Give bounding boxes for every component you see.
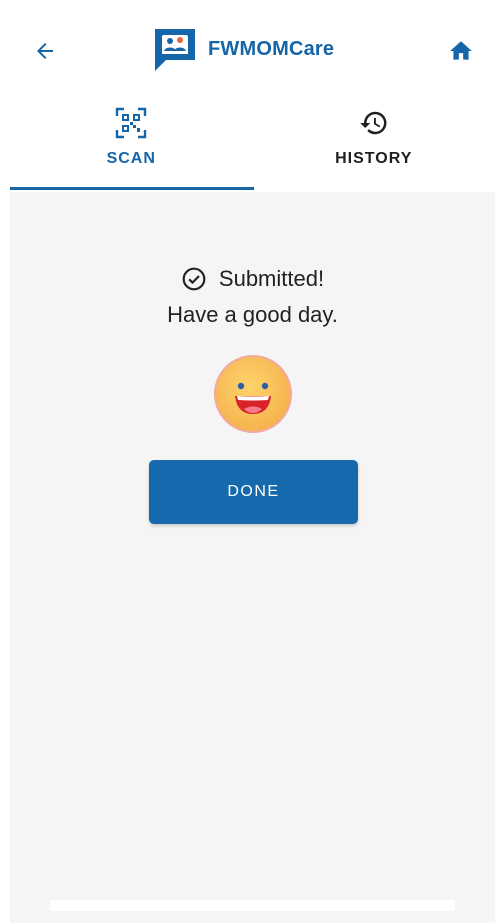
active-tab-indicator xyxy=(10,187,254,190)
status-line: Submitted! xyxy=(10,266,495,292)
home-icon xyxy=(450,41,472,60)
check-circle-icon xyxy=(182,267,206,291)
bottom-bar xyxy=(50,900,455,911)
smiley-face-icon xyxy=(213,354,293,434)
tab-scan[interactable]: SCAN xyxy=(10,98,254,192)
home-button[interactable] xyxy=(446,36,476,66)
qr-code-icon xyxy=(114,106,148,140)
tab-scan-label: SCAN xyxy=(106,150,156,167)
top-bar: FWMOMCare xyxy=(0,0,495,96)
back-button[interactable] xyxy=(30,36,60,66)
status-title: Submitted! xyxy=(218,266,325,291)
history-icon xyxy=(357,106,391,140)
tab-history-label: HISTORY xyxy=(335,150,413,167)
done-button[interactable]: DONE xyxy=(149,460,358,524)
arrow-left-icon xyxy=(37,43,53,59)
tab-bar: SCAN HISTORY xyxy=(10,98,495,192)
brand: FWMOMCare xyxy=(152,26,334,72)
main-content: Submitted! Have a good day. DONE xyxy=(10,192,495,923)
tab-history[interactable]: HISTORY xyxy=(253,98,495,192)
app-name: FWMOMCare xyxy=(208,37,335,60)
app-screen: FWMOMCare SCAN HISTORY Submitted! Have a… xyxy=(0,0,495,923)
app-logo-icon xyxy=(155,29,195,71)
status-subtitle: Have a good day. xyxy=(167,302,338,327)
